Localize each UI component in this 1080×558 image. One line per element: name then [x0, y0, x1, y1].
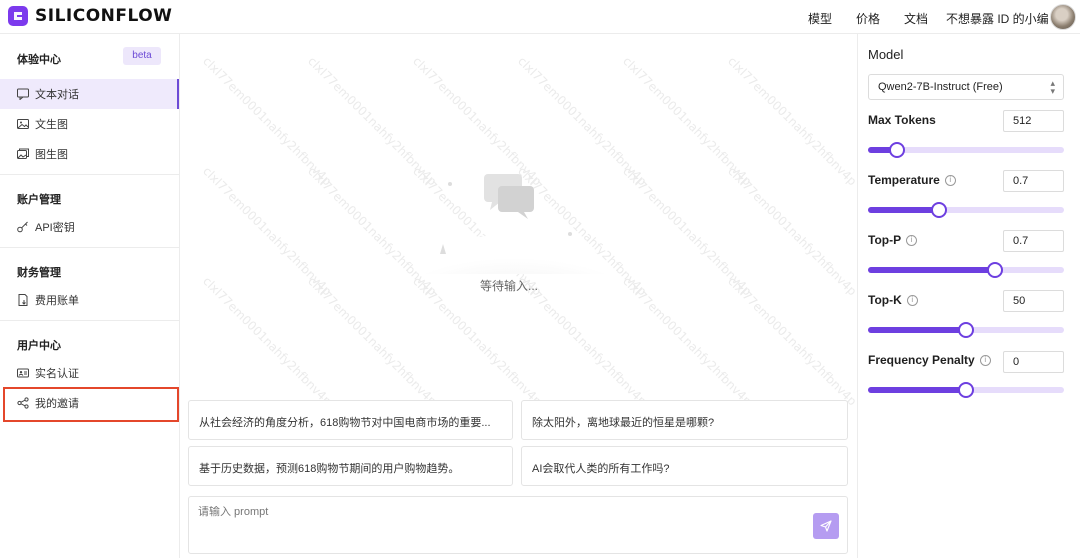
frequency-penalty-input[interactable]: 0	[1003, 351, 1064, 373]
top-k-input[interactable]: 50	[1003, 290, 1064, 312]
max-tokens-slider[interactable]	[868, 142, 1064, 158]
section-title-user-center: 用户中心	[17, 340, 61, 352]
slider-thumb[interactable]	[958, 322, 974, 338]
sidebar: 体验中心 beta 文本对话 文生图 图生图 账户管理 API密钥 财务管理 费…	[0, 34, 180, 558]
sidebar-item-label: 实名认证	[35, 368, 79, 380]
watermark-text: clxl77em0001nahfy2hfbnv4p	[515, 274, 650, 409]
watermark-text: clxl77em0001nahfy2hfbnv4p	[410, 274, 545, 409]
sidebar-item-label: 图生图	[35, 149, 68, 161]
nav-models[interactable]: 模型	[808, 10, 832, 27]
top-p-slider[interactable]	[868, 262, 1064, 278]
sidebar-item-label: 文本对话	[35, 89, 79, 101]
avatar[interactable]	[1050, 4, 1076, 30]
bill-icon	[17, 294, 29, 306]
sidebar-item-image-to-image[interactable]: 图生图	[0, 139, 179, 169]
temperature-input[interactable]: 0.7	[1003, 170, 1064, 192]
send-button[interactable]	[813, 513, 839, 539]
param-label: Top-P i	[868, 233, 918, 247]
image-icon	[17, 118, 29, 130]
info-icon[interactable]: i	[906, 294, 918, 306]
temperature-slider[interactable]	[868, 202, 1064, 218]
suggestion-card[interactable]: 除太阳外，离地球最近的恒星是哪颗?	[521, 400, 848, 440]
chat-icon	[17, 88, 29, 100]
model-select-value: Qwen2-7B-Instruct (Free)	[878, 81, 1003, 93]
chat-area: clxl77em0001nahfy2hfbnv4p clxl77em0001nah…	[180, 34, 857, 558]
settings-panel: Model Qwen2-7B-Instruct (Free) ▴ ▾ Max To…	[857, 34, 1080, 558]
divider	[0, 174, 179, 175]
info-icon[interactable]: i	[906, 234, 918, 246]
prompt-input[interactable]	[198, 506, 798, 518]
param-label: Temperature i	[868, 173, 956, 187]
key-icon	[17, 221, 29, 233]
top-p-input[interactable]: 0.7	[1003, 230, 1064, 252]
model-label: Model	[868, 47, 904, 62]
sidebar-item-billing[interactable]: 费用账单	[0, 285, 179, 315]
id-card-icon	[17, 367, 29, 379]
send-icon	[820, 520, 832, 532]
beta-badge: beta	[123, 47, 161, 65]
section-title-finance: 财务管理	[17, 267, 61, 279]
sidebar-item-label: API密钥	[35, 222, 75, 234]
sidebar-item-label: 文生图	[35, 119, 68, 131]
sidebar-item-label: 费用账单	[35, 295, 79, 307]
highlight-annotation	[3, 387, 179, 422]
param-label: Max Tokens	[868, 113, 936, 127]
info-icon[interactable]: i	[944, 174, 956, 186]
sidebar-item-text-to-image[interactable]: 文生图	[0, 109, 179, 139]
suggestion-card[interactable]: AI会取代人类的所有工作吗?	[521, 446, 848, 486]
divider	[0, 320, 179, 321]
sidebar-item-verification[interactable]: 实名认证	[0, 358, 179, 388]
prompt-box	[188, 496, 848, 554]
nav-docs[interactable]: 文档	[904, 10, 928, 27]
slider-thumb[interactable]	[958, 382, 974, 398]
slider-thumb[interactable]	[987, 262, 1004, 278]
suggestion-card[interactable]: 基于历史数据，预测618购物节期间的用户购物趋势。	[188, 446, 513, 486]
divider	[0, 247, 179, 248]
nav-pricing[interactable]: 价格	[856, 10, 880, 27]
frequency-penalty-slider[interactable]	[868, 382, 1064, 398]
sidebar-item-api-keys[interactable]: API密钥	[0, 212, 179, 242]
chevron-updown-icon: ▴ ▾	[1050, 78, 1055, 96]
section-title-experience: 体验中心	[17, 54, 61, 66]
suggestion-card[interactable]: 从社会经济的角度分析，618购物节对中国电商市场的重要...	[188, 400, 513, 440]
slider-thumb[interactable]	[930, 202, 947, 218]
images-icon	[17, 148, 29, 160]
param-label: Top-K i	[868, 293, 918, 307]
model-select[interactable]: Qwen2-7B-Instruct (Free) ▴ ▾	[868, 74, 1064, 100]
info-icon[interactable]: i	[979, 354, 991, 366]
empty-state-illustration	[420, 164, 610, 314]
top-k-slider[interactable]	[868, 322, 1064, 338]
slider-thumb[interactable]	[889, 142, 906, 158]
watermark-text: clxl77em0001nahfy2hfbnv4p	[200, 274, 335, 409]
top-header: SILICONFLOW 模型 价格 文档 不想暴露 ID 的小编	[0, 0, 1080, 34]
section-title-account: 账户管理	[17, 194, 61, 206]
sidebar-item-text-chat[interactable]: 文本对话	[0, 79, 179, 109]
watermark-text: clxl77em0001nahfy2hfbnv4p	[305, 274, 440, 409]
max-tokens-input[interactable]: 512	[1003, 110, 1064, 132]
siliconflow-logo-icon	[8, 6, 28, 26]
empty-state-text: 等待输入...	[480, 279, 539, 293]
brand-name: SILICONFLOW	[35, 6, 173, 26]
param-label: Frequency Penalty i	[868, 353, 991, 367]
user-name[interactable]: 不想暴露 ID 的小编	[946, 10, 1049, 27]
watermark-text: clxl77em0001nahfy2hfbnv4p	[620, 274, 755, 409]
brand-logo[interactable]: SILICONFLOW	[8, 6, 172, 26]
